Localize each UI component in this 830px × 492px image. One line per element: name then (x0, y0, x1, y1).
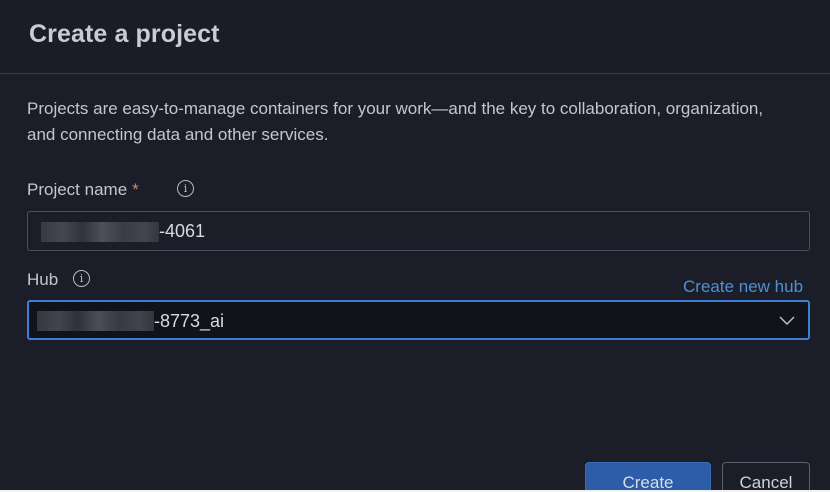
project-name-value: -4061 (159, 221, 206, 241)
create-new-hub-link[interactable]: Create new hub (683, 277, 803, 297)
info-icon[interactable]: i (177, 180, 194, 197)
create-button[interactable]: Create (585, 462, 711, 492)
redacted-text (41, 222, 159, 242)
dialog-title: Create a project (29, 20, 220, 48)
chevron-down-icon[interactable] (778, 311, 796, 329)
hub-select[interactable]: -8773_ai (27, 300, 810, 340)
dialog-description: Projects are easy-to-manage containers f… (27, 99, 764, 144)
dialog-header: Create a project (0, 0, 830, 74)
redacted-text (37, 311, 154, 331)
hub-label: Hub (27, 270, 59, 289)
project-name-label-text: Project name (27, 180, 128, 199)
hub-selected-value: -8773_ai (154, 311, 225, 331)
create-project-dialog: Create a project Projects are easy-to-ma… (0, 0, 830, 492)
project-name-label: Project name * (27, 180, 139, 200)
cancel-button[interactable]: Cancel (722, 462, 810, 492)
required-marker: * (132, 180, 139, 199)
info-icon[interactable]: i (73, 270, 90, 287)
project-name-input[interactable]: -4061 (27, 211, 810, 251)
